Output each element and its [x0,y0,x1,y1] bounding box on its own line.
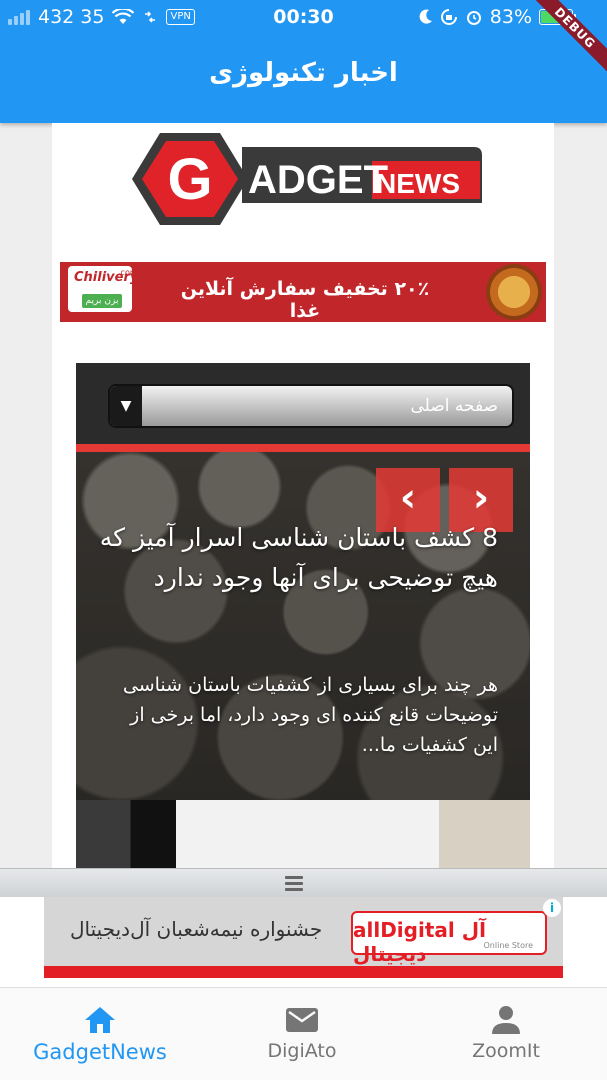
logo-suffix: NEWS [376,168,460,199]
tab-label: DigiAto [267,1040,337,1062]
tab-zoomit[interactable]: ZoomIt [416,1002,596,1062]
home-icon [85,1007,115,1033]
tab-gadgetnews[interactable]: GadgetNews [10,1002,190,1064]
logo-letter: G [167,147,212,212]
article-title[interactable]: 8 کشف باستان شناسی اسرار آمیز که هیچ توض… [98,518,498,598]
alldigital-logo-sub: Online Store [483,941,534,950]
drag-handle-icon[interactable] [285,876,303,894]
ad-festival-text: جشنواره نیمه‌شعبان آل‌دیجیتال [70,917,323,941]
app-bar: 432 35 VPN 00:30 83% اخبار تکنولوژی DEBU… [0,0,607,123]
moon-icon [419,9,432,24]
ad-strip: جشنواره نیمه‌شعبان آل‌دیجیتال allDigital… [0,897,607,987]
ad-brand-domain: .com [118,268,138,277]
ad-banner-bottom[interactable]: جشنواره نیمه‌شعبان آل‌دیجیتال allDigital… [44,897,563,978]
dropdown-arrow-icon[interactable]: ▼ [110,386,142,426]
category-dropdown[interactable]: ▼ صفحه اصلی [108,384,514,428]
tab-label: GadgetNews [33,1040,167,1064]
next-article-image[interactable] [76,800,530,868]
news-panel: ▼ صفحه اصلی ‹ › 8 کشف باستان شناسی اسرار… [76,363,530,868]
tab-digiato[interactable]: DigiAto [212,1002,392,1062]
gadgetnews-logo[interactable]: G ADGET NEWS [124,125,484,233]
logo-word: ADGET [248,158,388,202]
divider [76,444,530,452]
page-title: اخبار تکنولوژی [209,58,398,88]
alldigital-logo: allDigital آل دیجیتال Online Store [351,911,547,966]
person-icon [492,1006,520,1034]
ad-banner-top[interactable]: Chilivery .com بزن بریم ۲۰٪ تخفیف سفارش … [60,262,546,322]
bottom-navigation: GadgetNews DigiAto ZoomIt [0,987,607,1080]
pizza-image [486,264,542,320]
status-bar: 432 35 VPN 00:30 83% [0,0,607,34]
dropdown-selected-value: صفحه اصلی [410,396,498,416]
alarm-icon [466,11,481,25]
battery-percent: 83% [489,6,532,28]
article-slide[interactable]: ‹ › 8 کشف باستان شناسی اسرار آمیز که هیچ… [76,452,530,800]
rotation-lock-icon [440,9,457,25]
tab-label: ZoomIt [472,1040,540,1062]
ad-cta-button[interactable]: بزن بریم [82,294,122,308]
ad-info-icon[interactable]: i [543,899,561,917]
ad-promo-text: ۲۰٪ تخفیف سفارش آنلاین غذا [180,278,430,322]
ad-drawer-handle[interactable] [0,868,607,897]
mail-icon [286,1008,318,1032]
article-excerpt: هر چند برای بسیاری از کشفیات باستان شناس… [122,674,498,756]
content-page: G ADGET NEWS Chilivery .com بزن بریم ۲۰٪… [52,123,554,868]
ad-red-bar [44,966,563,978]
